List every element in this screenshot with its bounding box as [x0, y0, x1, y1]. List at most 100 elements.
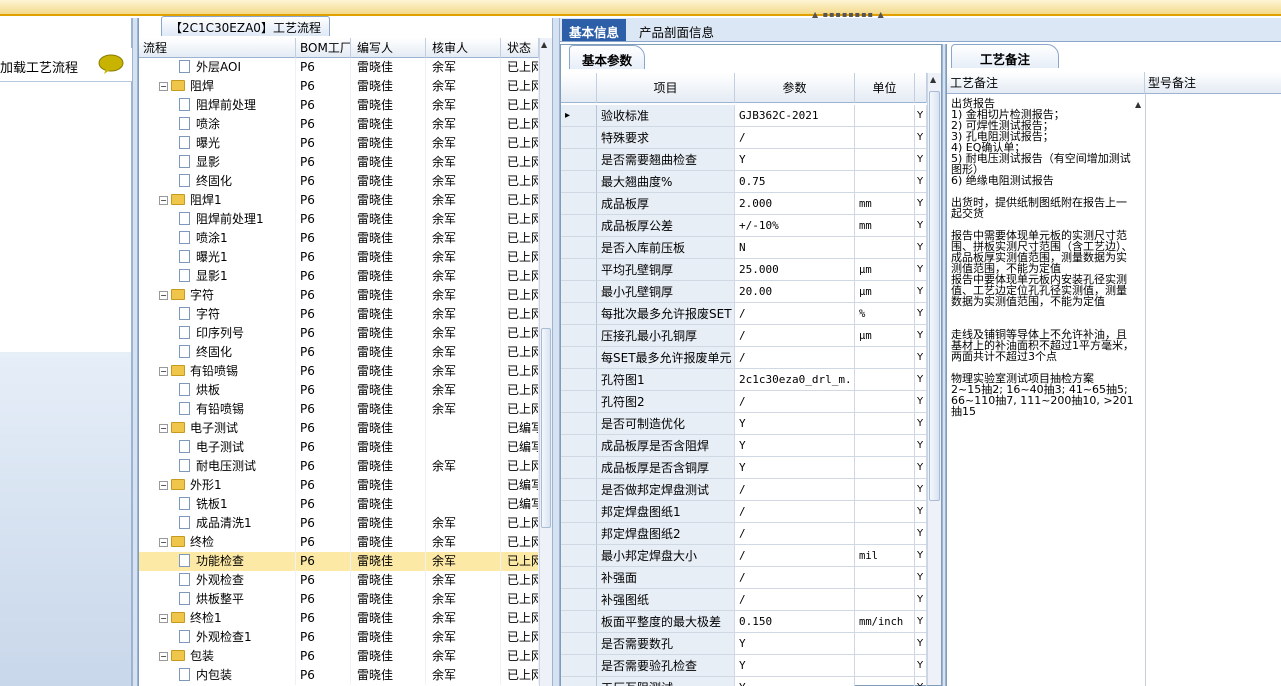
tree-row[interactable]: − 终检 P6雷晓佳余军已上网 — [139, 533, 539, 552]
tree-row[interactable]: 曝光 P6雷晓佳余军已上网 — [139, 134, 539, 153]
row-indicator[interactable] — [561, 567, 597, 589]
tree-row[interactable]: 字符 P6雷晓佳余军已上网 — [139, 305, 539, 324]
tree-node[interactable]: 曝光 — [139, 134, 296, 153]
tree-node[interactable]: − 终检1 — [139, 609, 296, 628]
param-value[interactable]: 0.150 — [735, 611, 855, 633]
tree-node[interactable]: 烘板 — [139, 381, 296, 400]
row-indicator[interactable] — [561, 435, 597, 457]
param-value[interactable]: Y — [735, 149, 855, 171]
tree-node[interactable]: 外观检查1 — [139, 628, 296, 647]
tree-row[interactable]: 终固化 P6雷晓佳余军已上网 — [139, 172, 539, 191]
param-value[interactable]: / — [735, 589, 855, 611]
param-value[interactable]: 0.75 — [735, 171, 855, 193]
param-row[interactable]: 补强面 / Y — [561, 567, 927, 589]
tree-node[interactable]: 内包装 — [139, 666, 296, 685]
param-value[interactable]: Y — [735, 435, 855, 457]
row-indicator[interactable] — [561, 611, 597, 633]
tree-row[interactable]: − 阻焊 P6雷晓佳余军已上网 — [139, 77, 539, 96]
tree-row[interactable]: 喷涂 P6雷晓佳余军已上网 — [139, 115, 539, 134]
param-value[interactable]: 2c1c30eza0_drl_m... — [735, 369, 855, 391]
row-indicator[interactable] — [561, 347, 597, 369]
row-indicator[interactable] — [561, 589, 597, 611]
param-value[interactable]: / — [735, 325, 855, 347]
tree-scroll-thumb[interactable] — [541, 328, 551, 528]
param-row[interactable]: 孔符图1 2c1c30eza0_drl_m... Y — [561, 369, 927, 391]
param-value[interactable]: / — [735, 567, 855, 589]
tab-product-profile[interactable]: 产品剖面信息 — [632, 19, 721, 41]
param-value[interactable]: / — [735, 523, 855, 545]
col-process[interactable]: 流程 — [139, 38, 296, 58]
param-value[interactable]: Y — [735, 413, 855, 435]
tree-node[interactable]: 喷涂 — [139, 115, 296, 134]
tree-node[interactable]: 显影 — [139, 153, 296, 172]
row-indicator[interactable] — [561, 281, 597, 303]
param-value[interactable]: / — [735, 127, 855, 149]
tree-row[interactable]: 烘板 P6雷晓佳余军已上网 — [139, 381, 539, 400]
param-value[interactable]: 20.00 — [735, 281, 855, 303]
tree-row[interactable]: − 包装 P6雷晓佳余军已上网 — [139, 647, 539, 666]
collapse-icon[interactable]: − — [159, 538, 168, 547]
param-row[interactable]: 是否需要翘曲检查 Y Y — [561, 149, 927, 171]
tree-row[interactable]: 功能检查 P6雷晓佳余军已上网 — [139, 552, 539, 571]
col-reviewer[interactable]: 核审人 — [426, 38, 501, 58]
row-indicator[interactable] — [561, 259, 597, 281]
tree-node[interactable]: 铣板1 — [139, 495, 296, 514]
tree-row[interactable]: 印序列号 P6雷晓佳余军已上网 — [139, 324, 539, 343]
collapse-icon[interactable]: − — [159, 614, 168, 623]
col-status[interactable]: 状态 — [501, 38, 539, 58]
row-indicator[interactable] — [561, 545, 597, 567]
row-indicator[interactable] — [561, 237, 597, 259]
col-writer[interactable]: 编写人 — [351, 38, 426, 58]
tree-node[interactable]: 印序列号 — [139, 324, 296, 343]
tree-row[interactable]: 显影 P6雷晓佳余军已上网 — [139, 153, 539, 172]
param-row[interactable]: 孔符图2/ Y — [561, 391, 927, 413]
params-scrollbar[interactable]: ▲ — [927, 73, 941, 685]
tree-node[interactable]: − 电子测试 — [139, 419, 296, 438]
row-indicator[interactable] — [561, 479, 597, 501]
tree-node[interactable]: 烘板整平 — [139, 590, 296, 609]
row-indicator[interactable] — [561, 391, 597, 413]
param-row[interactable]: 成品板厚公差 +/-10% mm Y — [561, 215, 927, 237]
param-value[interactable]: Y — [735, 457, 855, 479]
tree-row[interactable]: − 终检1 P6雷晓佳余军已上网 — [139, 609, 539, 628]
row-indicator[interactable] — [561, 171, 597, 193]
tree-node[interactable]: 喷涂1 — [139, 229, 296, 248]
param-row[interactable]: 是否需要数孔 Y Y — [561, 633, 927, 655]
row-indicator[interactable] — [561, 127, 597, 149]
collapse-icon[interactable]: − — [159, 652, 168, 661]
tree-node[interactable]: 外观检查 — [139, 571, 296, 590]
tree-node[interactable]: − 字符 — [139, 286, 296, 305]
param-row[interactable]: 是否做邦定焊盘测试 / Y — [561, 479, 927, 501]
tree-node[interactable]: 显影1 — [139, 267, 296, 286]
tree-row[interactable]: 曝光1 P6雷晓佳余军已上网 — [139, 248, 539, 267]
tree-row[interactable]: − 外形1 P6雷晓佳 已编写 — [139, 476, 539, 495]
tree-row[interactable]: 阻焊前处理1 P6雷晓佳余军已上网 — [139, 210, 539, 229]
param-value[interactable]: / — [735, 391, 855, 413]
param-row[interactable]: 特殊要求 / Y — [561, 127, 927, 149]
row-indicator[interactable] — [561, 633, 597, 655]
tree-node[interactable]: − 包装 — [139, 647, 296, 666]
params-scroll-up-icon[interactable]: ▲ — [930, 75, 936, 84]
row-indicator[interactable] — [561, 523, 597, 545]
param-value[interactable]: GJB362C-2021 — [735, 105, 855, 127]
param-row[interactable]: 成品板厚是否含阻焊 Y Y — [561, 435, 927, 457]
row-indicator[interactable] — [561, 369, 597, 391]
param-row[interactable]: 邦定焊盘图纸2/ Y — [561, 523, 927, 545]
tree-node[interactable]: − 阻焊1 — [139, 191, 296, 210]
col-item[interactable]: 项目 — [597, 73, 735, 103]
param-row[interactable]: 最小孔壁铜厚 20.00 μm Y — [561, 281, 927, 303]
tree-row[interactable]: − 字符 P6雷晓佳余军已上网 — [139, 286, 539, 305]
col-value[interactable]: 参数 — [735, 73, 855, 103]
param-row[interactable]: 压接孔最小孔铜厚 / μm Y — [561, 325, 927, 347]
collapse-icon[interactable]: − — [159, 367, 168, 376]
tree-row[interactable]: 外观检查 P6雷晓佳余军已上网 — [139, 571, 539, 590]
tree-node[interactable]: 终固化 — [139, 343, 296, 362]
collapse-icon[interactable]: − — [159, 82, 168, 91]
params-scroll-thumb[interactable] — [929, 91, 940, 501]
tree-row[interactable]: 阻焊前处理 P6雷晓佳余军已上网 — [139, 96, 539, 115]
tree-row[interactable]: 烘板整平 P6雷晓佳余军已上网 — [139, 590, 539, 609]
collapse-icon[interactable]: − — [159, 424, 168, 433]
tree-node[interactable]: 字符 — [139, 305, 296, 324]
tree-row[interactable]: 铣板1 P6雷晓佳 已编写 — [139, 495, 539, 514]
process-tab[interactable]: 【2C1C30EZA0】工艺流程 — [161, 16, 330, 36]
